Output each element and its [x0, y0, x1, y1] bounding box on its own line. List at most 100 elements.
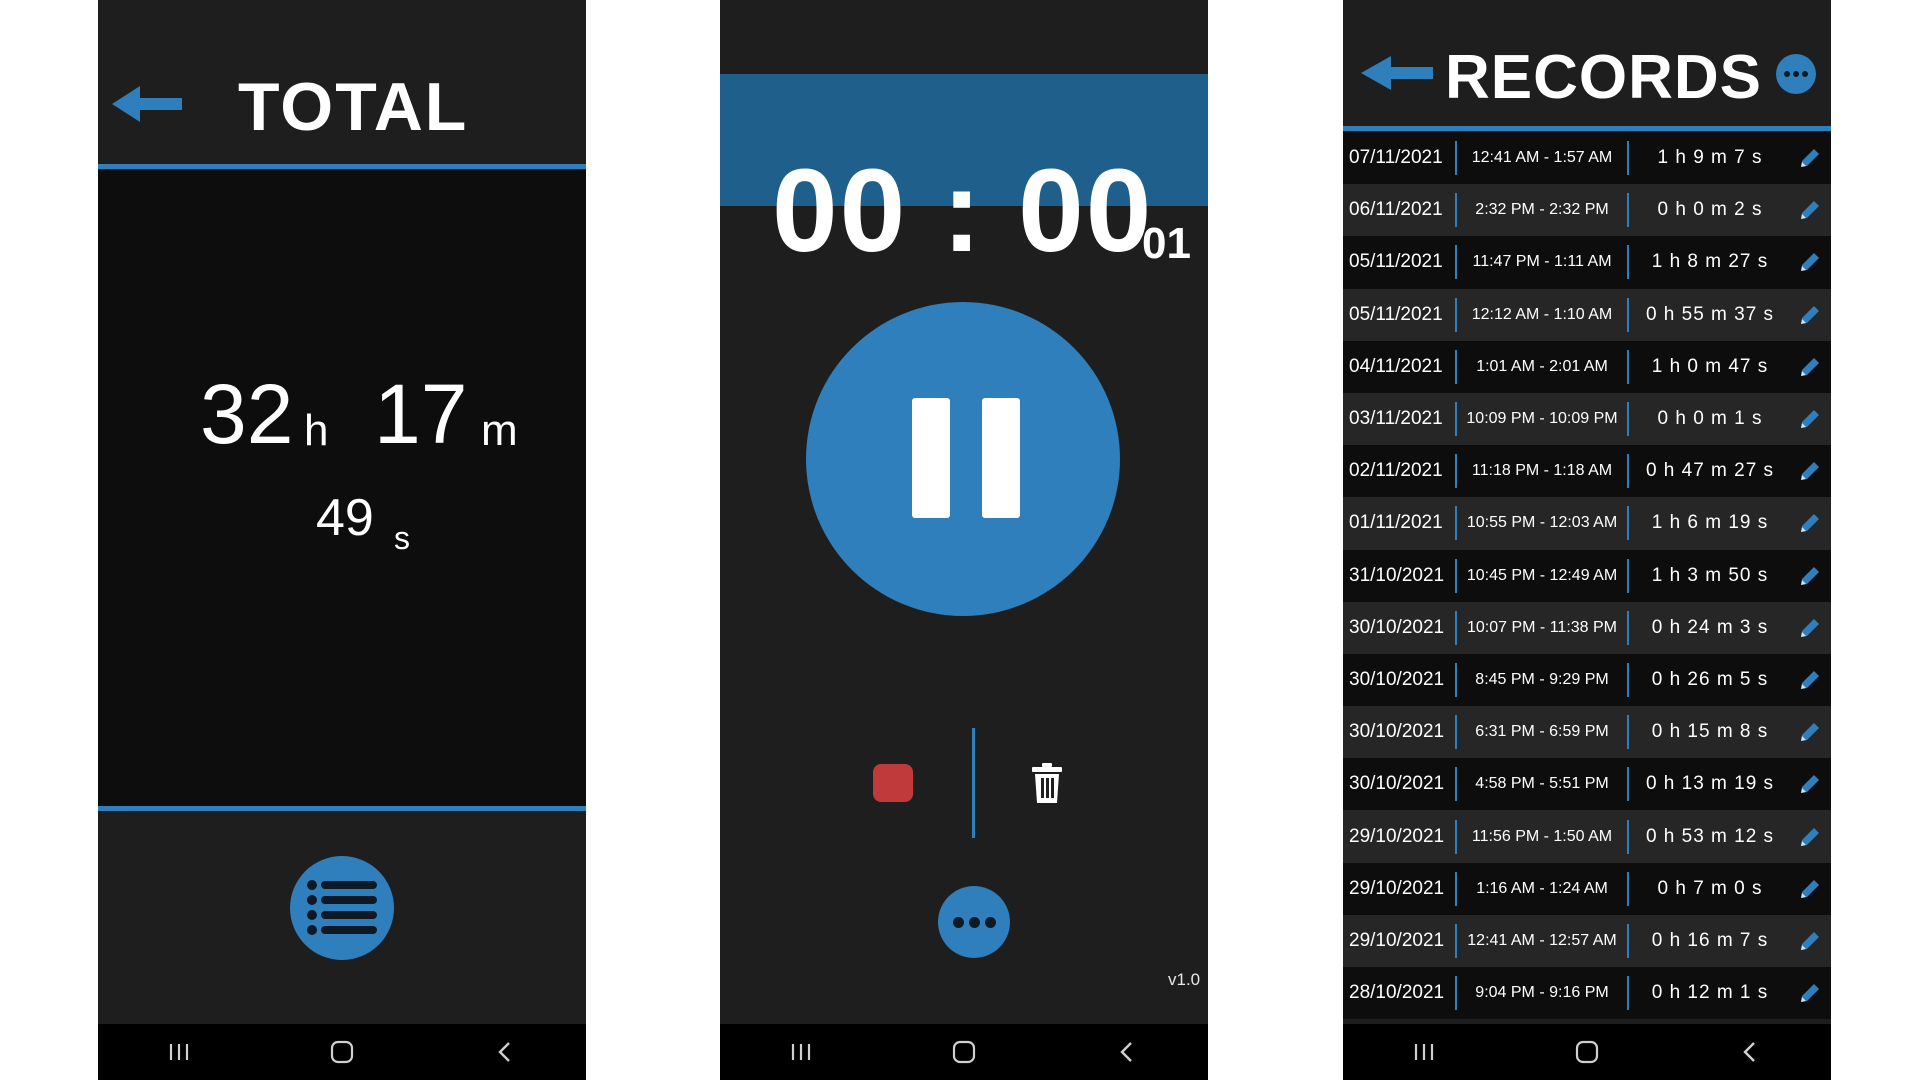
records-more-button[interactable] [1776, 54, 1816, 94]
pause-button[interactable] [806, 302, 1120, 616]
total-minutes: 17 [374, 367, 468, 461]
record-duration: 0 h 53 m 12 s [1645, 825, 1775, 847]
record-date: 30/10/2021 [1349, 773, 1445, 795]
edit-record-button[interactable] [1791, 617, 1829, 639]
home-icon [1575, 1040, 1599, 1064]
pencil-icon [1801, 879, 1819, 898]
pencil-icon [1801, 514, 1819, 533]
edit-record-button[interactable] [1791, 251, 1829, 273]
edit-record-button[interactable] [1791, 669, 1829, 691]
edit-record-button[interactable] [1791, 930, 1829, 952]
pause-icon [982, 398, 1020, 518]
record-time-range: 8:45 PM - 9:29 PM [1475, 670, 1609, 688]
nav-back-button[interactable] [1720, 1032, 1780, 1072]
pencil-icon [1801, 566, 1819, 585]
record-date: 05/11/2021 [1349, 251, 1443, 273]
back-arrow-icon[interactable] [1361, 54, 1433, 97]
more-icon [1793, 71, 1799, 77]
record-date: 01/11/2021 [1349, 512, 1443, 534]
table-row: 06/11/2021 2:32 PM - 2:32 PM 0 h 0 m 2 s [1343, 184, 1831, 237]
timer-screen: 00 : 00 01 v1.0 [720, 0, 1208, 1080]
record-date: 30/10/2021 [1349, 668, 1445, 690]
edit-record-button[interactable] [1791, 512, 1829, 534]
edit-record-button[interactable] [1791, 147, 1829, 169]
controls-divider [972, 728, 975, 838]
record-time-range: 2:32 PM - 2:32 PM [1475, 201, 1609, 219]
table-row: 28/10/2021 9:04 PM - 9:16 PM 0 h 12 m 1 s [1343, 967, 1831, 1020]
edit-record-button[interactable] [1791, 199, 1829, 221]
minutes-unit: m [481, 406, 518, 455]
record-duration: 1 h 6 m 19 s [1651, 512, 1769, 534]
record-date: 07/11/2021 [1349, 147, 1443, 169]
record-time-range: 11:18 PM - 1:18 AM [1471, 462, 1613, 480]
nav-back-button[interactable] [475, 1032, 535, 1072]
nav-back-button[interactable] [1097, 1032, 1157, 1072]
pencil-icon [1801, 305, 1819, 324]
back-icon [1742, 1042, 1755, 1062]
records-list-button[interactable] [290, 856, 394, 960]
edit-record-button[interactable] [1791, 773, 1829, 795]
table-row: 02/11/2021 11:18 PM - 1:18 AM 0 h 47 m 27 … [1343, 445, 1831, 498]
record-time-range: 10:09 PM - 10:09 PM [1466, 410, 1618, 428]
record-time-range: 10:55 PM - 12:03 AM [1466, 514, 1618, 532]
back-icon [1119, 1042, 1132, 1062]
home-button[interactable] [934, 1032, 994, 1072]
edit-record-button[interactable] [1791, 408, 1829, 430]
table-row: 05/11/2021 12:12 AM - 1:10 AM 0 h 55 m 37 … [1343, 288, 1831, 341]
edit-record-button[interactable] [1791, 304, 1829, 326]
recent-apps-button[interactable] [1394, 1032, 1454, 1072]
timer-fraction: 01 [1142, 219, 1191, 268]
edit-record-button[interactable] [1791, 826, 1829, 848]
table-row: 05/11/2021 11:47 PM - 1:11 AM 1 h 8 m 27 s [1343, 236, 1831, 289]
record-time-range: 12:12 AM - 1:10 AM [1471, 305, 1613, 323]
record-duration: 1 h 9 m 7 s [1657, 147, 1763, 169]
hours-unit: h [304, 406, 329, 455]
edit-record-button[interactable] [1791, 982, 1829, 1004]
table-row: 04/11/2021 1:01 AM - 2:01 AM 1 h 0 m 47 s [1343, 340, 1831, 393]
record-date: 30/10/2021 [1349, 616, 1445, 638]
header-divider [1343, 126, 1831, 131]
record-date: 31/10/2021 [1349, 564, 1445, 586]
record-duration: 1 h 0 m 47 s [1651, 355, 1769, 377]
record-date: 28/10/2021 [1349, 982, 1445, 1004]
record-duration: 0 h 12 m 1 s [1651, 982, 1769, 1004]
edit-record-button[interactable] [1791, 721, 1829, 743]
home-button[interactable] [1557, 1032, 1617, 1072]
header-divider [98, 164, 586, 169]
panel-divider [98, 806, 586, 811]
edit-record-button[interactable] [1791, 460, 1829, 482]
record-duration: 1 h 3 m 50 s [1651, 564, 1769, 586]
record-duration: 1 h 8 m 27 s [1651, 251, 1769, 273]
table-row: 30/10/2021 10:07 PM - 11:38 PM 0 h 24 m 3 … [1343, 601, 1831, 654]
record-date: 29/10/2021 [1349, 877, 1445, 899]
record-duration: 0 h 13 m 19 s [1645, 773, 1775, 795]
record-time-range: 11:56 PM - 1:50 AM [1471, 827, 1613, 845]
table-row: 07/11/2021 12:41 AM - 1:57 AM 1 h 9 m 7 s [1343, 132, 1831, 185]
timer-display: 00 : 00 01 [720, 74, 1208, 270]
record-date: 29/10/2021 [1349, 825, 1445, 847]
version-label: v1.0 [1168, 970, 1201, 989]
records-list: 07/11/2021 12:41 AM - 1:57 AM 1 h 9 m 7 s0… [1343, 132, 1831, 1020]
edit-record-button[interactable] [1791, 356, 1829, 378]
record-time-range: 9:04 PM - 9:16 PM [1475, 984, 1609, 1002]
record-date: 05/11/2021 [1349, 303, 1443, 325]
edit-record-button[interactable] [1791, 565, 1829, 587]
edit-record-button[interactable] [1791, 878, 1829, 900]
table-row: 29/10/2021 1:16 AM - 1:24 AM 0 h 7 m 0 s [1343, 862, 1831, 915]
recent-apps-button[interactable] [771, 1032, 831, 1072]
back-arrow-icon[interactable] [112, 84, 182, 129]
delete-button[interactable] [1030, 762, 1064, 804]
more-options-button[interactable] [938, 886, 1010, 958]
pencil-icon [1801, 670, 1819, 689]
recent-apps-button[interactable] [149, 1032, 209, 1072]
more-icon [968, 916, 980, 928]
table-row: 30/10/2021 8:45 PM - 9:29 PM 0 h 26 m 5 s [1343, 653, 1831, 707]
home-button[interactable] [312, 1032, 372, 1072]
record-duration: 0 h 0 m 2 s [1657, 199, 1763, 221]
record-duration: 0 h 15 m 8 s [1651, 721, 1769, 743]
stop-button[interactable] [873, 764, 913, 802]
page-title: TOTAL [238, 69, 469, 145]
record-duration: 0 h 0 m 1 s [1657, 408, 1763, 430]
system-nav-bar [1343, 1024, 1831, 1080]
pencil-icon [1801, 827, 1819, 846]
